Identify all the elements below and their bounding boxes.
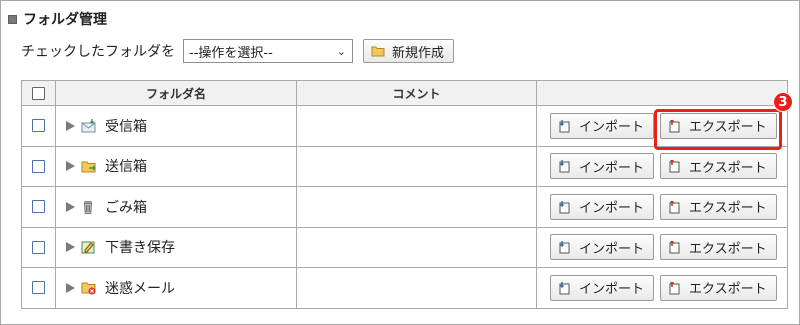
folder-name[interactable]: 受信箱 — [105, 116, 147, 136]
checked-folders-label: チェックしたフォルダを — [21, 44, 175, 60]
folder-comment — [296, 105, 537, 147]
actions-header — [536, 80, 788, 106]
expand-arrow-icon[interactable] — [66, 282, 75, 293]
expand-arrow-icon[interactable] — [66, 120, 75, 131]
expand-arrow-icon[interactable] — [66, 161, 75, 172]
export-label: エクスポート — [689, 201, 767, 217]
export-highlight-box — [654, 109, 782, 150]
folder-name[interactable]: 迷惑メール — [105, 278, 175, 298]
export-icon — [668, 199, 681, 214]
folder-comment — [296, 186, 537, 228]
folder-name[interactable]: 送信箱 — [105, 156, 147, 176]
folder-name[interactable]: ごみ箱 — [105, 197, 147, 217]
expand-arrow-icon[interactable] — [66, 242, 75, 253]
import-button[interactable]: インポート — [550, 112, 654, 139]
new-folder-button[interactable]: 新規作成 — [363, 39, 455, 63]
import-icon — [558, 200, 571, 214]
folder-comment — [296, 145, 537, 187]
export-icon — [668, 240, 681, 254]
row-checkbox[interactable] — [32, 200, 45, 214]
expand-arrow-icon[interactable] — [66, 201, 75, 212]
trash-icon — [81, 200, 97, 214]
inbox-icon — [81, 118, 97, 133]
folder-toolbar: チェックしたフォルダを --操作を選択-- ⌄ 新規作成 — [21, 38, 455, 64]
comment-header: コメント — [296, 80, 537, 106]
export-icon — [668, 159, 681, 173]
folder-name-header: フォルダ名 — [55, 80, 297, 106]
export-label: エクスポート — [689, 282, 767, 298]
draft-icon — [81, 240, 97, 254]
folder-name[interactable]: 下書き保存 — [105, 237, 175, 257]
import-icon — [558, 241, 571, 254]
folder-icon — [371, 45, 385, 57]
section-title: フォルダ管理 — [23, 12, 107, 28]
import-label: インポート — [579, 241, 645, 257]
folder-comment — [296, 226, 537, 268]
table-row: ごみ箱 インポート エクスポート — [21, 186, 788, 228]
import-button[interactable]: インポート — [550, 234, 654, 261]
row-checkbox[interactable] — [32, 240, 45, 254]
table-row: 迷惑メール インポート エクスポート — [21, 267, 788, 309]
export-button[interactable]: エクスポート — [660, 274, 777, 301]
new-folder-label: 新規作成 — [392, 45, 445, 61]
import-label: インポート — [579, 120, 645, 136]
row-checkbox[interactable] — [32, 281, 45, 295]
import-label: インポート — [579, 160, 645, 176]
export-icon — [668, 280, 681, 295]
export-button[interactable]: エクスポート — [660, 153, 777, 180]
table-row: 送信箱 インポート エクスポート — [21, 145, 788, 187]
operation-select[interactable]: --操作を選択-- ⌄ — [183, 39, 353, 63]
table-header-row: フォルダ名 コメント — [21, 80, 788, 106]
import-icon — [558, 281, 571, 295]
import-button[interactable]: インポート — [550, 193, 654, 220]
import-icon — [558, 119, 571, 133]
table-row: 下書き保存 インポート エクスポート — [21, 226, 788, 268]
export-label: エクスポート — [689, 160, 767, 176]
folder-comment — [296, 267, 537, 309]
import-button[interactable]: インポート — [550, 274, 654, 301]
export-button[interactable]: エクスポート — [660, 193, 777, 220]
step-number-badge: 3 — [773, 92, 793, 112]
chevron-down-icon: ⌄ — [336, 44, 346, 58]
select-all-checkbox[interactable] — [32, 86, 45, 100]
select-all-header — [21, 80, 56, 106]
section-header: フォルダ管理 — [8, 9, 107, 29]
import-label: インポート — [579, 201, 645, 217]
row-checkbox[interactable] — [32, 119, 45, 133]
import-label: インポート — [579, 282, 645, 298]
outbox-icon — [81, 159, 97, 173]
operation-select-value: --操作を選択-- — [189, 45, 273, 61]
spam-icon — [81, 281, 97, 295]
export-label: エクスポート — [689, 241, 767, 257]
import-button[interactable]: インポート — [550, 153, 654, 180]
export-button[interactable]: エクスポート — [660, 234, 777, 261]
row-checkbox[interactable] — [32, 159, 45, 173]
section-bullet-icon — [8, 14, 17, 24]
import-icon — [558, 160, 571, 173]
